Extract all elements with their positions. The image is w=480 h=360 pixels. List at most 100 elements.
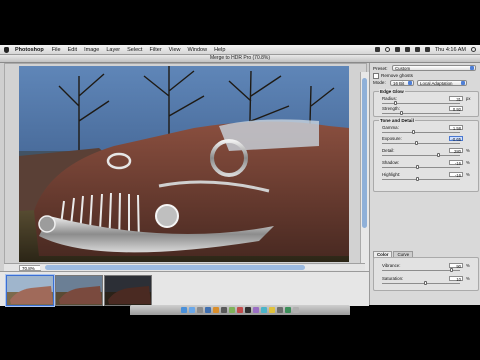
source-thumbnail-1[interactable] <box>6 275 54 306</box>
app-icon[interactable] <box>261 307 267 313</box>
gamma-slider[interactable] <box>382 130 460 134</box>
tone-detail-group: Tone and Detail Gamma: 1.58 Exposure: -0… <box>373 118 479 192</box>
remove-ghosts-checkbox[interactable] <box>373 72 379 79</box>
strength-slider-knob[interactable] <box>400 111 403 115</box>
horizontal-scrollbar[interactable] <box>40 265 340 270</box>
shadow-slider[interactable] <box>382 165 460 169</box>
detail-slider[interactable] <box>382 153 460 157</box>
app-icon[interactable] <box>237 307 243 313</box>
menu-file[interactable]: File <box>52 47 61 53</box>
strength-field[interactable]: 0.92 <box>449 106 463 112</box>
menu-clock[interactable]: Thu 4:16 AM <box>435 47 466 53</box>
mail-icon[interactable] <box>197 307 203 313</box>
app-icon[interactable] <box>277 307 283 313</box>
radius-field[interactable]: 31 <box>449 96 463 102</box>
preset-label: Preset: <box>373 66 388 71</box>
menu-view[interactable]: View <box>169 47 181 53</box>
bit-depth-select[interactable]: 16 Bit <box>390 80 414 86</box>
vibrance-unit: % <box>466 263 470 268</box>
safari-icon[interactable] <box>189 307 195 313</box>
gamma-field[interactable]: 1.58 <box>449 125 463 131</box>
preview-canvas[interactable] <box>4 63 369 272</box>
shadow-unit: % <box>466 160 470 165</box>
menu-help[interactable]: Help <box>214 47 225 53</box>
saturation-label: Saturation: <box>382 276 404 281</box>
vibrance-slider[interactable] <box>382 268 460 272</box>
source-filmstrip <box>0 271 369 306</box>
menu-window[interactable]: Window <box>188 47 208 53</box>
color-group: Vibrance: 90 % Saturation: 10 % <box>373 257 479 291</box>
edge-glow-title: Edge Glow <box>379 89 405 94</box>
detail-slider-knob[interactable] <box>437 153 440 157</box>
source-thumbnail-2[interactable] <box>55 275 103 306</box>
source-thumbnail-3[interactable] <box>104 275 152 306</box>
vertical-scrollbar[interactable] <box>360 72 369 272</box>
exposure-label: Exposure: <box>382 136 402 141</box>
hdr-preview-image <box>19 66 349 262</box>
saturation-slider[interactable] <box>382 281 460 285</box>
preset-select[interactable]: Custom <box>392 65 476 71</box>
saturation-slider-knob[interactable] <box>424 281 427 285</box>
app-icon[interactable] <box>253 307 259 313</box>
menu-edit[interactable]: Edit <box>68 47 77 53</box>
window-title: Merge to HDR Pro (70.8%) <box>0 55 480 63</box>
exposure-slider[interactable] <box>382 141 460 145</box>
app-icon[interactable] <box>221 307 227 313</box>
detail-unit: % <box>466 148 470 153</box>
edge-glow-group: Edge Glow Radius: 31 px Strength: 0.92 <box>373 89 479 117</box>
strength-slider[interactable] <box>382 111 460 115</box>
trash-icon[interactable] <box>293 307 299 313</box>
menu-bar: Photoshop File Edit Image Layer Select F… <box>0 45 480 55</box>
strength-label: Strength: <box>382 106 400 111</box>
menu-select[interactable]: Select <box>127 47 142 53</box>
radius-unit: px <box>466 96 471 101</box>
battery-icon[interactable] <box>424 47 430 52</box>
tone-detail-title: Tone and Detail <box>379 118 415 123</box>
apple-menu-icon[interactable] <box>4 46 9 53</box>
wifi-icon[interactable] <box>404 47 410 52</box>
app-icon[interactable] <box>245 307 251 313</box>
finder-icon[interactable] <box>181 307 187 313</box>
saturation-field[interactable]: 10 <box>449 276 463 282</box>
photoshop-icon[interactable] <box>205 307 211 313</box>
app-icon[interactable] <box>285 307 291 313</box>
detail-field[interactable]: 280 <box>449 148 463 154</box>
status-bar-icon[interactable] <box>374 47 380 52</box>
method-select[interactable]: Local Adaptation <box>417 80 467 86</box>
radius-slider-knob[interactable] <box>394 101 397 105</box>
gamma-label: Gamma: <box>382 125 399 130</box>
exposure-field[interactable]: -0.65 <box>449 136 463 142</box>
volume-icon[interactable] <box>414 47 420 52</box>
app-icon[interactable] <box>229 307 235 313</box>
video-letterbox-bottom <box>0 315 480 360</box>
bluetooth-icon[interactable] <box>394 47 400 52</box>
horizontal-scroll-thumb[interactable] <box>45 265 305 270</box>
preset-value: Custom <box>395 66 411 71</box>
menu-image[interactable]: Image <box>84 47 99 53</box>
exposure-slider-knob[interactable] <box>415 141 418 145</box>
merge-to-hdr-window: Merge to HDR Pro (70.8%) 70.8% Preset: C… <box>0 55 480 306</box>
vibrance-label: Vibrance: <box>382 263 401 268</box>
highlight-field[interactable]: -16 <box>449 172 463 178</box>
menu-layer[interactable]: Layer <box>106 47 120 53</box>
menu-extras: Thu 4:16 AM <box>374 45 476 54</box>
remove-ghosts-row[interactable]: Remove ghosts <box>373 72 413 79</box>
radius-slider[interactable] <box>382 101 460 105</box>
highlight-unit: % <box>466 172 470 177</box>
shadow-field[interactable]: -16 <box>449 160 463 166</box>
highlight-slider-knob[interactable] <box>416 177 419 181</box>
vibrance-slider-knob[interactable] <box>450 268 453 272</box>
vertical-scroll-thumb[interactable] <box>362 78 367 228</box>
bridge-icon[interactable] <box>213 307 219 313</box>
saturation-unit: % <box>466 276 470 281</box>
chevron-down-icon <box>470 66 474 70</box>
spotlight-search-icon[interactable] <box>471 47 476 52</box>
highlight-slider[interactable] <box>382 177 460 181</box>
time-machine-icon[interactable] <box>384 47 390 52</box>
menu-app-name[interactable]: Photoshop <box>15 47 44 53</box>
gamma-slider-knob[interactable] <box>412 130 415 134</box>
menu-filter[interactable]: Filter <box>149 47 161 53</box>
shadow-slider-knob[interactable] <box>416 165 419 169</box>
shadow-label: Shadow: <box>382 160 400 165</box>
app-icon[interactable] <box>269 307 275 313</box>
